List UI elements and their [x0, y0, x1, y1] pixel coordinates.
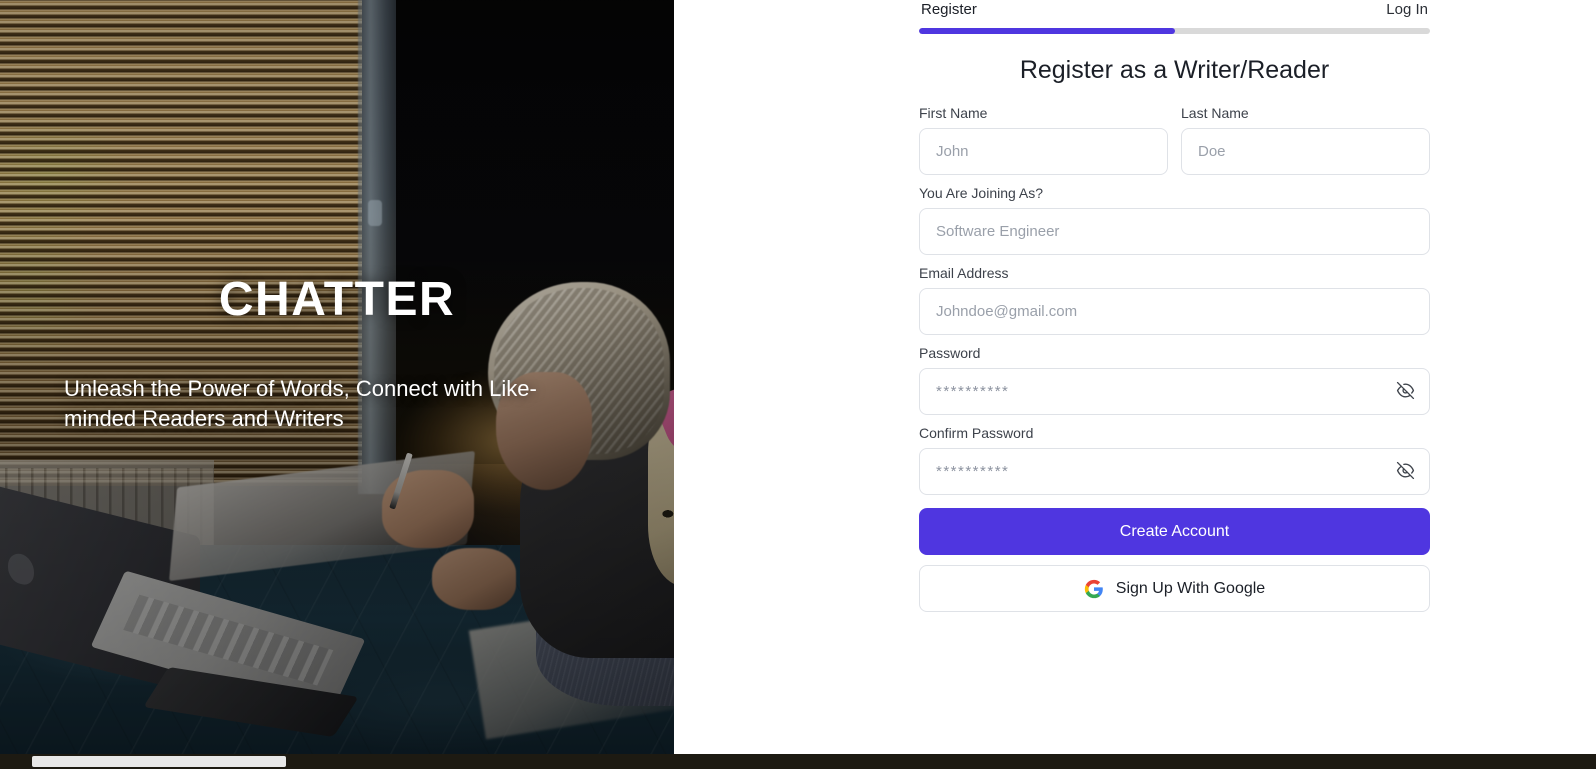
last-name-input[interactable] [1181, 128, 1430, 175]
form-column: Register Log In Register as a Writer/Rea… [919, 0, 1430, 612]
first-name-field: First Name [919, 104, 1168, 175]
create-account-button[interactable]: Create Account [919, 508, 1430, 555]
eye-off-icon [1396, 461, 1415, 483]
last-name-field: Last Name [1181, 104, 1430, 175]
brand-title: CHATTER [218, 273, 456, 326]
first-name-label: First Name [919, 105, 988, 121]
horizontal-scrollbar-thumb[interactable] [32, 756, 286, 767]
email-label: Email Address [919, 265, 1009, 281]
password-input-wrap [919, 368, 1430, 415]
email-input[interactable] [919, 288, 1430, 335]
password-label: Password [919, 345, 981, 361]
last-name-input-wrap [1181, 128, 1430, 175]
email-field: Email Address [919, 264, 1430, 335]
auth-tabs: Register Log In [919, 0, 1430, 26]
confirm-password-input[interactable] [919, 448, 1430, 495]
first-name-input[interactable] [919, 128, 1168, 175]
name-row: First Name Last Name [919, 104, 1430, 184]
confirm-password-visibility-toggle[interactable] [1392, 459, 1418, 485]
eye-off-icon [1396, 381, 1415, 403]
password-visibility-toggle[interactable] [1392, 379, 1418, 405]
first-name-input-wrap [919, 128, 1168, 175]
tab-active-indicator [919, 28, 1175, 34]
tab-register[interactable]: Register [921, 0, 977, 20]
sign-up-with-google-label: Sign Up With Google [1115, 579, 1266, 597]
password-field: Password [919, 344, 1430, 415]
form-panel: Register Log In Register as a Writer/Rea… [674, 0, 1596, 769]
email-input-wrap [919, 288, 1430, 335]
registration-form: First Name Last Name You Are Joining As? [919, 104, 1430, 612]
hero-tagline: Unleash the Power of Words, Connect with… [64, 376, 537, 431]
joining-as-input-wrap [919, 208, 1430, 255]
confirm-password-label: Confirm Password [919, 425, 1034, 441]
joining-as-label: You Are Joining As? [919, 185, 1044, 201]
confirm-password-field: Confirm Password [919, 424, 1430, 495]
tab-login[interactable]: Log In [1386, 0, 1428, 20]
hero-panel: CHATTER Unleash the Power of Words, Conn… [0, 0, 674, 769]
register-page: CHATTER Unleash the Power of Words, Conn… [0, 0, 1596, 769]
horizontal-scrollbar[interactable] [0, 754, 1596, 769]
hero-content: CHATTER Unleash the Power of Words, Conn… [0, 0, 674, 769]
tab-progress-track [919, 28, 1430, 34]
sign-up-with-google-button[interactable]: Sign Up With Google [919, 565, 1430, 612]
confirm-password-input-wrap [919, 448, 1430, 495]
last-name-label: Last Name [1181, 105, 1249, 121]
joining-as-input[interactable] [919, 208, 1430, 255]
password-input[interactable] [919, 368, 1430, 415]
joining-as-field: You Are Joining As? [919, 184, 1430, 255]
google-g-icon [1084, 579, 1104, 599]
form-heading: Register as a Writer/Reader [1019, 56, 1330, 84]
